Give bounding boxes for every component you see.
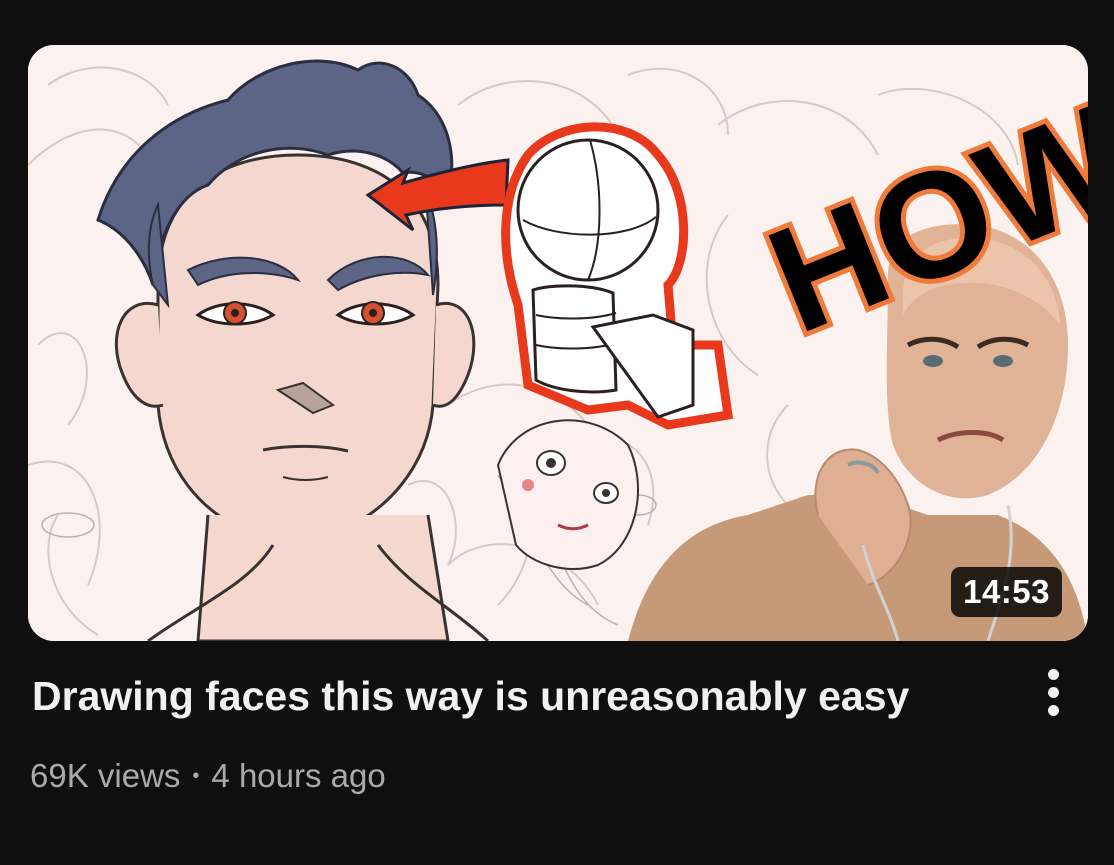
menu-dot [1047,704,1059,716]
more-vert-icon[interactable] [1024,660,1082,724]
menu-dot [1047,668,1059,680]
video-thumbnail[interactable]: HOW 14:53 [28,45,1088,641]
thumbnail-artwork: HOW [28,45,1088,641]
upload-age: 4 hours ago [211,757,386,794]
video-card: HOW 14:53 Drawing faces this way is unre… [0,0,1114,865]
video-metadata: 69K views • 4 hours ago [30,754,386,803]
duration-badge: 14:53 [951,567,1062,617]
video-title[interactable]: Drawing faces this way is unreasonably e… [32,670,992,722]
view-count: 69K views [30,757,181,794]
meta-separator: • [192,765,200,787]
menu-dot [1047,686,1059,698]
